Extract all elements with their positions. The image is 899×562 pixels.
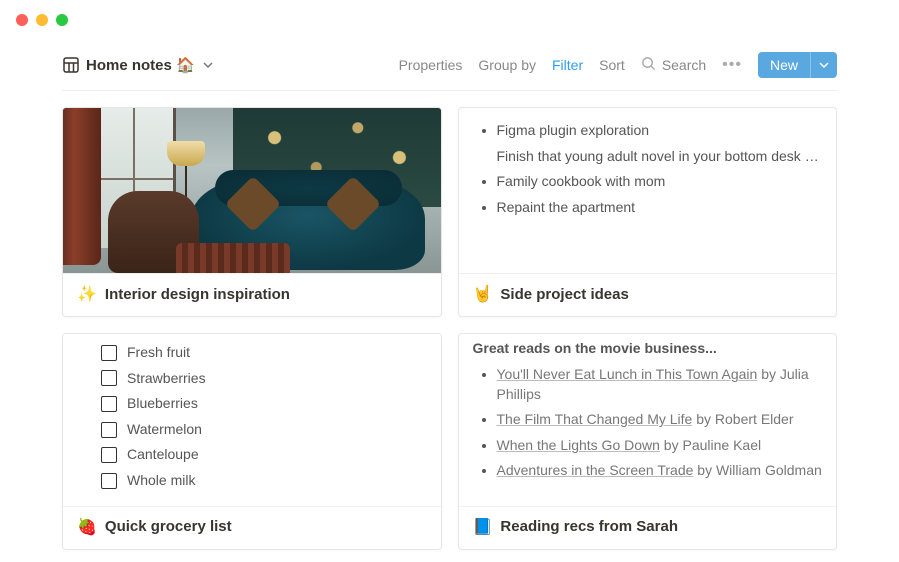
card-title: Interior design inspiration: [105, 286, 290, 303]
list-item: Finish that young adult novel in your bo…: [497, 144, 823, 170]
checklist-item: Fresh fruit: [101, 340, 427, 366]
checklist-item: Watermelon: [101, 417, 427, 443]
checklist-item: Blueberries: [101, 391, 427, 417]
list-item: You'll Never Eat Lunch in This Town Agai…: [497, 362, 823, 407]
filter-button[interactable]: Filter: [552, 57, 583, 73]
card-title-row: 🍓 Quick grocery list: [63, 506, 441, 549]
checkbox[interactable]: [101, 396, 117, 412]
checklist-item: Whole milk: [101, 468, 427, 494]
list-item: Repaint the apartment: [497, 195, 823, 221]
window-controls: [0, 0, 899, 34]
chevron-down-icon: [819, 60, 829, 70]
book-link[interactable]: The Film That Changed My Life: [497, 411, 693, 427]
book-link[interactable]: You'll Never Eat Lunch in This Town Agai…: [497, 366, 758, 382]
card-title-row: 📘 Reading recs from Sarah: [459, 506, 837, 549]
gallery-grid: ✨ Interior design inspiration Figma plug…: [62, 91, 837, 550]
search-icon: [641, 56, 656, 74]
card-body: Fresh fruit Strawberries Blueberries Wat…: [63, 334, 441, 506]
group-by-button[interactable]: Group by: [478, 57, 536, 73]
card-title: Side project ideas: [500, 286, 628, 303]
card-title-row: ✨ Interior design inspiration: [63, 273, 441, 316]
card-interior-design[interactable]: ✨ Interior design inspiration: [62, 107, 442, 317]
card-title-row: 🤘 Side project ideas: [459, 273, 837, 316]
card-cover-image: [63, 108, 441, 273]
card-reading-recs[interactable]: Great reads on the movie business... You…: [458, 333, 838, 550]
close-window-button[interactable]: [16, 14, 28, 26]
list-item: Family cookbook with mom: [497, 169, 823, 195]
search-label: Search: [662, 57, 706, 73]
board-view-icon: [62, 56, 80, 74]
book-link[interactable]: Adventures in the Screen Trade: [497, 462, 694, 478]
chevron-down-icon: [201, 58, 215, 72]
card-side-projects[interactable]: Figma plugin exploration Finish that you…: [458, 107, 838, 317]
checklist-item: Canteloupe: [101, 442, 427, 468]
list-item: When the Lights Go Down by Pauline Kael: [497, 433, 823, 459]
list-item: The Film That Changed My Life by Robert …: [497, 407, 823, 433]
list-item: Adventures in the Screen Trade by Willia…: [497, 458, 823, 484]
sparkles-icon: ✨: [77, 284, 97, 304]
card-body: Figma plugin exploration Finish that you…: [459, 108, 837, 273]
properties-button[interactable]: Properties: [399, 57, 463, 73]
page-header: Home notes 🏠 Properties Group by Filter …: [62, 52, 837, 91]
more-options-button[interactable]: •••: [722, 56, 742, 74]
checkbox[interactable]: [101, 447, 117, 463]
strawberry-icon: 🍓: [77, 517, 97, 537]
new-dropdown-button[interactable]: [810, 52, 837, 78]
checklist-item: Strawberries: [101, 366, 427, 392]
sort-button[interactable]: Sort: [599, 57, 625, 73]
list-item: Figma plugin exploration: [497, 118, 823, 144]
book-icon: 📘: [473, 517, 493, 537]
view-switcher[interactable]: Home notes 🏠: [62, 56, 215, 74]
checkbox[interactable]: [101, 370, 117, 386]
card-grocery-list[interactable]: Fresh fruit Strawberries Blueberries Wat…: [62, 333, 442, 550]
checkbox[interactable]: [101, 422, 117, 438]
book-link[interactable]: When the Lights Go Down: [497, 437, 660, 453]
rock-on-icon: 🤘: [473, 284, 493, 304]
checkbox[interactable]: [101, 473, 117, 489]
maximize-window-button[interactable]: [56, 14, 68, 26]
card-body: Great reads on the movie business... You…: [459, 334, 837, 506]
card-subhead: Great reads on the movie business...: [473, 340, 823, 356]
minimize-window-button[interactable]: [36, 14, 48, 26]
search-button[interactable]: Search: [641, 56, 706, 74]
page-title: Home notes 🏠: [86, 56, 195, 74]
new-button[interactable]: New: [758, 52, 810, 78]
card-title: Reading recs from Sarah: [500, 518, 678, 535]
checkbox[interactable]: [101, 345, 117, 361]
card-title: Quick grocery list: [105, 518, 232, 535]
